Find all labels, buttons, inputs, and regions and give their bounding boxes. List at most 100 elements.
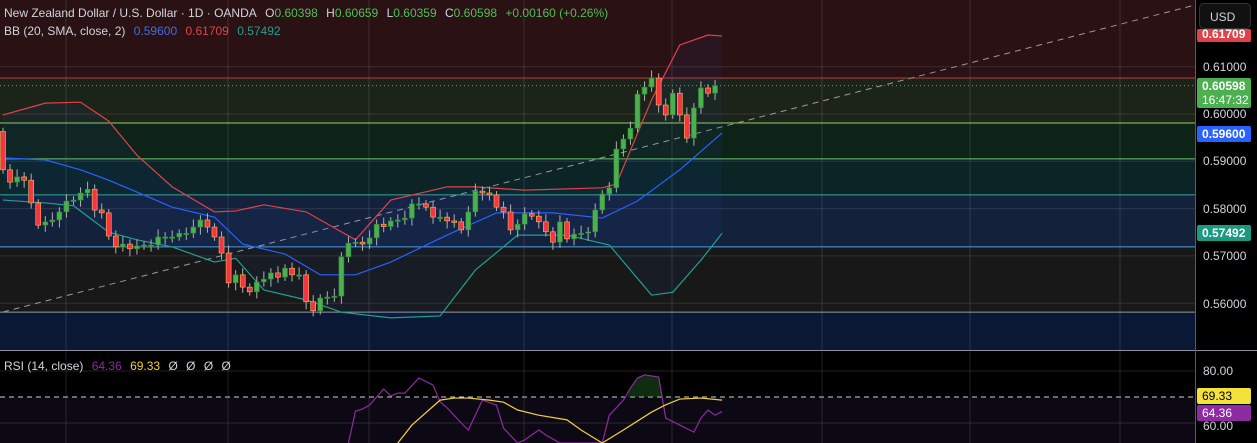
- candle-body: [352, 241, 359, 244]
- candle-body: [49, 219, 56, 223]
- ohlc-open: O0.60398: [265, 6, 318, 20]
- candle-body: [148, 244, 154, 247]
- rsi-label: RSI (14, close): [4, 359, 84, 373]
- rsi-empty-4: Ø: [221, 359, 231, 373]
- candle-body: [662, 104, 669, 116]
- bb-lower-tag: 0.57492: [1197, 225, 1251, 241]
- candle-body: [14, 176, 20, 183]
- candle-body: [486, 192, 493, 196]
- candle-body: [493, 194, 500, 208]
- candle-body: [684, 114, 690, 139]
- candle-body: [345, 242, 352, 258]
- candle-body: [409, 203, 415, 219]
- candle-body: [190, 226, 197, 234]
- bb-basis-value: 0.59600: [133, 24, 178, 38]
- candle-body: [698, 87, 704, 109]
- rsi-empty-3: Ø: [203, 359, 214, 373]
- rsi-ma-tag: 69.33: [1197, 388, 1251, 404]
- candle: [35, 199, 42, 229]
- symbol-title: New Zealand Dollar / U.S. Dollar · 1D · …: [4, 6, 257, 20]
- candle: [564, 218, 570, 243]
- candle-body: [691, 107, 697, 139]
- rsi-value: 64.36: [91, 359, 122, 373]
- bb-basis-tag: 0.59600: [1197, 126, 1251, 142]
- ohlc-close: C0.60598: [445, 6, 498, 20]
- candle-body: [387, 220, 394, 227]
- candle-body: [282, 267, 288, 278]
- candle-body: [444, 216, 450, 222]
- rsi-legend[interactable]: RSI (14, close) 64.36 69.33 Ø Ø Ø Ø: [4, 359, 236, 373]
- candle-body: [606, 187, 613, 195]
- level-band: [0, 122, 1195, 159]
- candle-body: [592, 209, 599, 233]
- candle-body: [535, 215, 542, 223]
- candle-body: [232, 274, 239, 284]
- candle-body: [458, 221, 465, 231]
- candle-body: [528, 213, 535, 217]
- candle-body: [451, 220, 458, 223]
- rsi-empty-1: Ø: [168, 359, 178, 373]
- last-price-tag: 0.60598 16:47:32: [1197, 78, 1251, 108]
- candle: [599, 190, 606, 214]
- price-tick: 0.61000: [1203, 60, 1247, 74]
- candle-body: [113, 235, 119, 248]
- candle-body: [134, 245, 140, 250]
- price-tick: 0.59000: [1203, 154, 1247, 168]
- candle-body: [359, 241, 366, 245]
- candle-body: [197, 219, 204, 228]
- candle-body: [289, 267, 295, 276]
- ohlc-low: L0.60359: [386, 6, 437, 20]
- candle-body: [705, 87, 711, 94]
- candle: [669, 89, 676, 119]
- candle-body: [218, 236, 225, 254]
- rsi-tick: 60.00: [1203, 419, 1234, 433]
- candle-body: [28, 179, 35, 204]
- candle: [634, 90, 641, 132]
- candle-body: [127, 243, 133, 250]
- candle-body: [571, 233, 577, 240]
- candle-body: [437, 216, 443, 219]
- candle-body: [550, 231, 556, 243]
- bb-lower-value: 0.57492: [237, 24, 281, 38]
- candle-body: [239, 274, 246, 288]
- candle-body: [599, 193, 606, 211]
- bb-upper-value: 0.61709: [185, 24, 229, 38]
- candle-body: [585, 231, 591, 234]
- candle-body: [183, 232, 190, 235]
- candle-body: [91, 188, 98, 211]
- candle-body: [655, 77, 662, 106]
- candle-body: [77, 192, 84, 201]
- candle-body: [35, 202, 42, 226]
- candle-body: [120, 243, 126, 248]
- rsi-tag: 64.36: [1197, 405, 1251, 421]
- candle-body: [366, 237, 373, 245]
- candle-body: [472, 190, 479, 213]
- pane-divider[interactable]: [0, 350, 1257, 351]
- currency-button[interactable]: USD: [1199, 3, 1251, 29]
- candle-body: [613, 148, 620, 189]
- candle-body: [70, 199, 77, 202]
- candle-body: [712, 85, 718, 94]
- candle-body: [479, 190, 486, 194]
- candle-body: [176, 232, 183, 238]
- candle-body: [500, 206, 507, 213]
- ohlc-high: H0.60659: [326, 6, 379, 20]
- candle-body: [331, 295, 338, 298]
- candle-body: [310, 301, 317, 312]
- candle-body: [303, 274, 309, 303]
- price-chart[interactable]: [0, 0, 1195, 350]
- candle: [338, 252, 345, 304]
- candle-body: [7, 169, 13, 183]
- price-tick: 0.58000: [1203, 202, 1247, 216]
- candle-body: [373, 223, 380, 239]
- candle-body: [380, 223, 387, 227]
- candle-body: [430, 206, 436, 218]
- candle-body: [21, 176, 27, 181]
- candle-body: [254, 281, 260, 293]
- candle-body: [98, 209, 105, 214]
- bb-legend[interactable]: BB (20, SMA, close, 2) 0.59600 0.61709 0…: [4, 24, 286, 38]
- candle-body: [296, 274, 302, 277]
- candle-body: [63, 200, 70, 213]
- rsi-ma-value: 69.33: [130, 359, 161, 373]
- ohlc-change: +0.00160 (+0.26%): [505, 6, 609, 20]
